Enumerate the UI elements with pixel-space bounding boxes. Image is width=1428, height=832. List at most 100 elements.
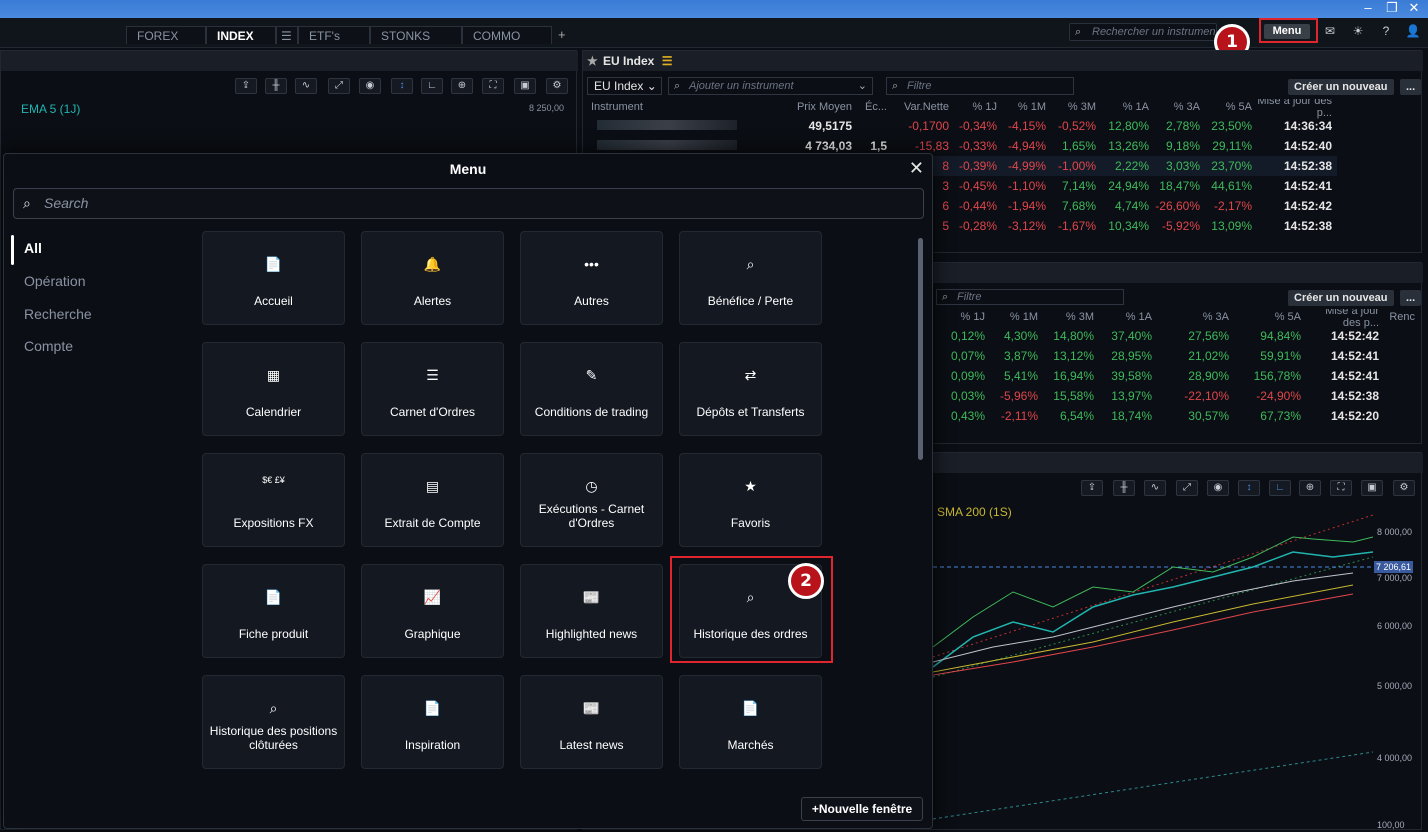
settings-icon[interactable]: ⚙ (1393, 480, 1415, 496)
column-header[interactable]: Renc (1384, 311, 1420, 323)
lightbulb-icon[interactable]: ☀ (1350, 24, 1366, 38)
table-row[interactable]: 49,5175 -0,1700 -0,34% -4,15% -0,52% 12,80% 2,… (587, 116, 1337, 136)
tile-historique-positions[interactable]: ⌕ Historique des positions clôturées (202, 675, 345, 769)
tile-inspiration[interactable]: 📄 Inspiration (361, 675, 504, 769)
share-icon[interactable]: ⇪ (1081, 480, 1103, 496)
tab-index[interactable]: INDEX (206, 26, 276, 44)
column-header[interactable]: % 5A (1205, 101, 1257, 113)
sidebar-item-operation[interactable]: Opération (24, 273, 85, 289)
column-header[interactable]: % 5A (1234, 311, 1306, 323)
sidebar-item-all[interactable]: All (24, 240, 42, 256)
user-icon[interactable]: 👤 (1405, 24, 1421, 38)
column-header[interactable]: % 3A (1157, 311, 1234, 323)
column-header[interactable]: % 1A (1099, 311, 1157, 323)
column-header[interactable]: % 1J (935, 311, 990, 323)
table-row[interactable]: 0,03% -5,96% 15,58% 13,97% -22,10% -24,90% 14:… (935, 386, 1384, 406)
crosshair-icon[interactable]: ↕ (1238, 480, 1260, 496)
tile-conditions-trading[interactable]: ✎ Conditions de trading (520, 342, 663, 436)
more-button[interactable]: ... (1400, 79, 1422, 95)
settings-icon[interactable]: ⚙ (546, 78, 568, 94)
tile-benefice-perte[interactable]: ⌕ Bénéfice / Perte (679, 231, 822, 325)
create-new-button-2[interactable]: Créer un nouveau (1288, 290, 1394, 306)
tab-forex[interactable]: FOREX (126, 26, 206, 44)
draw-icon[interactable]: ∟ (421, 78, 443, 94)
table-row[interactable]: 0,12% 4,30% 14,80% 37,40% 27,56% 94,84% 14:52:… (935, 326, 1384, 346)
restore-icon[interactable]: ❐ (1382, 0, 1402, 16)
new-window-button[interactable]: +Nouvelle fenêtre (801, 797, 923, 821)
column-header[interactable]: % 3A (1154, 101, 1205, 113)
indicators-icon[interactable]: ∿ (1144, 480, 1166, 496)
eye-icon[interactable]: ◉ (1207, 480, 1229, 496)
indicators-icon[interactable]: ∿ (295, 78, 317, 94)
help-icon[interactable]: ? (1378, 24, 1394, 38)
scrollbar[interactable] (918, 238, 923, 460)
tile-latest-news[interactable]: 📰 Latest news (520, 675, 663, 769)
candles-icon[interactable]: ╫ (1113, 480, 1135, 496)
add-tab-button[interactable]: + (558, 26, 566, 44)
fullscreen-icon[interactable]: ⛶ (482, 78, 504, 94)
menu-lines-icon[interactable]: ☰ (662, 54, 673, 68)
menu-search-input[interactable]: ⌕ Search (13, 188, 924, 219)
tile-carnet-ordres[interactable]: ☰ Carnet d'Ordres (361, 342, 504, 436)
create-new-button[interactable]: Créer un nouveau (1288, 79, 1394, 95)
column-header[interactable]: % 1M (990, 311, 1043, 323)
tile-depots-transferts[interactable]: ⇄ Dépôts et Transferts (679, 342, 822, 436)
filter-input[interactable]: ⌕ Filtre (886, 77, 1074, 95)
tile-alertes[interactable]: 🔔 Alertes (361, 231, 504, 325)
more-button-2[interactable]: ... (1400, 290, 1422, 306)
instrument-search-input[interactable]: ⌕ Rechercher un instrument (1069, 23, 1217, 41)
tile-highlighted-news[interactable]: 📰 Highlighted news (520, 564, 663, 658)
candles-icon[interactable]: ╫ (265, 78, 287, 94)
share-icon[interactable]: ⇪ (235, 78, 257, 94)
tile-accueil[interactable]: 📄 Accueil (202, 231, 345, 325)
price-chart[interactable] (933, 497, 1373, 827)
sidebar-item-compte[interactable]: Compte (24, 338, 73, 354)
tile-extrait-compte[interactable]: ▤ Extrait de Compte (361, 453, 504, 547)
tile-expositions-fx[interactable]: $€ £¥ Expositions FX (202, 453, 345, 547)
column-header[interactable]: % 1A (1101, 101, 1154, 113)
eye-icon[interactable]: ◉ (359, 78, 381, 94)
column-header[interactable]: Prix Moyen (772, 101, 857, 113)
list-select[interactable]: EU Index ⌄ (587, 77, 662, 95)
tab-etfs[interactable]: ETF's (298, 26, 370, 44)
tile-calendrier[interactable]: ▦ Calendrier (202, 342, 345, 436)
expand-icon[interactable]: ⤢ (328, 78, 350, 94)
mail-icon[interactable]: ✉ (1322, 24, 1338, 38)
cell-var: -15,83 (914, 139, 949, 153)
star-icon[interactable]: ★ (587, 51, 598, 71)
tab-stonks[interactable]: STONKS (370, 26, 462, 44)
table-row[interactable]: 0,43% -2,11% 6,54% 18,74% 30,57% 67,73% 14:52:… (935, 406, 1384, 426)
cell-m3: 7,14% (1061, 179, 1096, 193)
crosshair-icon[interactable]: ↕ (391, 78, 413, 94)
sidebar-item-recherche[interactable]: Recherche (24, 306, 92, 322)
table-row[interactable]: 0,09% 5,41% 16,94% 39,58% 28,90% 156,78% 14:52… (935, 366, 1384, 386)
column-header[interactable]: % 3M (1043, 311, 1099, 323)
tile-graphique[interactable]: 📈 Graphique (361, 564, 504, 658)
filter-input-2[interactable]: ⌕ Filtre (936, 289, 1124, 305)
column-header[interactable]: Instrument (587, 101, 772, 113)
expand-icon[interactable]: ⤢ (1176, 480, 1198, 496)
table-row[interactable]: 0,07% 3,87% 13,12% 28,95% 21,02% 59,91% 14:52:… (935, 346, 1384, 366)
fullscreen-icon[interactable]: ⛶ (1330, 480, 1352, 496)
minimize-icon[interactable]: – (1358, 0, 1378, 16)
tile-fiche-produit[interactable]: 📄 Fiche produit (202, 564, 345, 658)
column-header[interactable]: Éc... (857, 101, 892, 113)
tile-executions-carnet[interactable]: ◷ Exécutions - Carnet d'Ordres (520, 453, 663, 547)
camera-icon[interactable]: ▣ (1361, 480, 1383, 496)
zoom-icon[interactable]: ⊕ (451, 78, 473, 94)
column-header[interactable]: % 3M (1051, 101, 1101, 113)
column-header[interactable]: % 1M (1002, 101, 1051, 113)
close-icon[interactable]: ✕ (909, 158, 924, 179)
hamburger-icon[interactable]: ☰ (276, 26, 298, 44)
tile-autres[interactable]: ••• Autres (520, 231, 663, 325)
camera-icon[interactable]: ▣ (514, 78, 536, 94)
close-window-icon[interactable]: ✕ (1404, 0, 1424, 16)
tile-marches[interactable]: 📄 Marchés (679, 675, 822, 769)
zoom-icon[interactable]: ⊕ (1299, 480, 1321, 496)
tab-commo[interactable]: COMMO (462, 26, 552, 44)
tile-favoris[interactable]: ★ Favoris (679, 453, 822, 547)
draw-icon[interactable]: ∟ (1269, 480, 1291, 496)
column-header[interactable]: % 1J (954, 101, 1002, 113)
column-header[interactable]: Var.Nette (892, 101, 954, 113)
add-instrument-input[interactable]: ⌕ Ajouter un instrument ⌄ (668, 77, 873, 95)
